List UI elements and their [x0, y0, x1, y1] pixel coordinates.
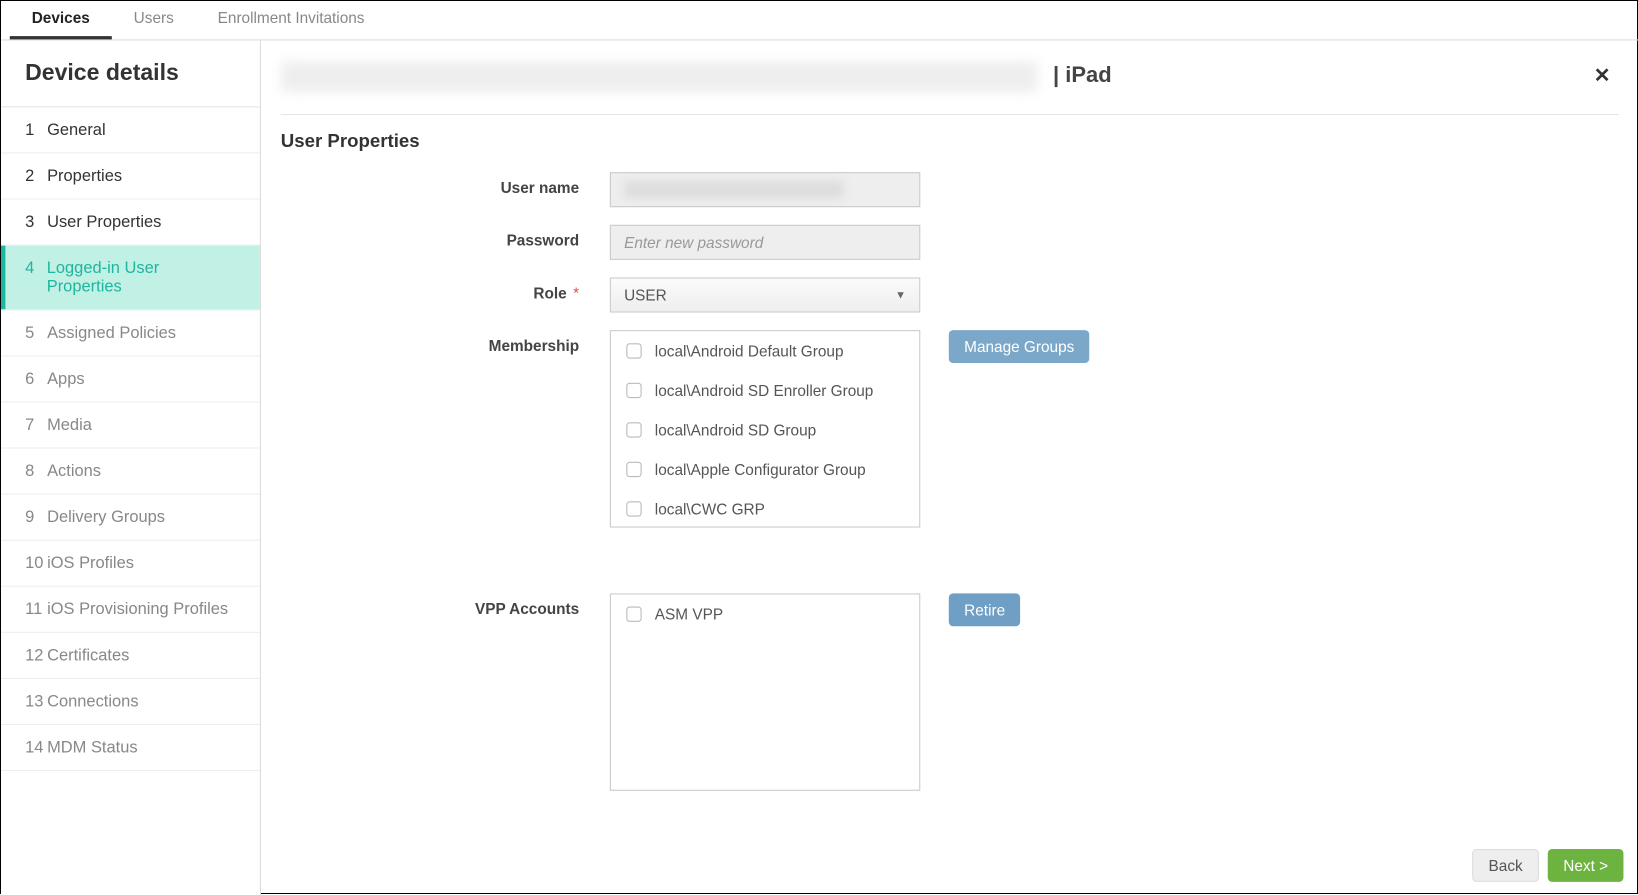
list-item[interactable]: local\Android Default Group: [611, 331, 919, 370]
sidebar-item-user-properties[interactable]: 3User Properties: [1, 200, 260, 246]
top-tabs: Devices Users Enrollment Invitations: [1, 1, 1638, 40]
list-item[interactable]: local\Android SD Enroller Group: [611, 371, 919, 410]
list-item[interactable]: local\CWC GRP: [611, 489, 919, 527]
sidebar-item-label: Delivery Groups: [47, 508, 165, 527]
label-vpp: VPP Accounts: [281, 593, 610, 790]
checkbox-icon[interactable]: [626, 462, 641, 477]
sidebar-item-delivery-groups[interactable]: 9Delivery Groups: [1, 495, 260, 541]
username-input[interactable]: [610, 172, 920, 207]
content-area: | iPad ✕ User Properties User name Passw…: [261, 40, 1638, 895]
role-value: USER: [624, 286, 667, 304]
sidebar-item-connections[interactable]: 13Connections: [1, 679, 260, 725]
sidebar-item-logged-in-user-properties[interactable]: 4Logged-in User Properties: [1, 246, 260, 311]
sidebar-item-label: User Properties: [47, 213, 161, 232]
sidebar-item-media[interactable]: 7Media: [1, 403, 260, 449]
section-title: User Properties: [281, 130, 1619, 152]
sidebar-item-label: Connections: [47, 692, 138, 711]
role-select[interactable]: USER ▼: [610, 277, 920, 312]
sidebar-item-label: Actions: [47, 462, 101, 481]
sidebar-item-label: MDM Status: [47, 738, 138, 757]
password-input[interactable]: [610, 225, 920, 260]
manage-groups-button[interactable]: Manage Groups: [949, 330, 1090, 363]
checkbox-icon[interactable]: [626, 607, 641, 622]
checkbox-icon[interactable]: [626, 383, 641, 398]
next-button[interactable]: Next >: [1548, 849, 1624, 882]
membership-list[interactable]: local\Android Default Group local\Androi…: [610, 330, 920, 527]
sidebar-item-properties[interactable]: 2Properties: [1, 153, 260, 199]
tab-devices[interactable]: Devices: [10, 0, 112, 39]
sidebar-item-label: Apps: [47, 370, 85, 389]
checkbox-icon[interactable]: [626, 501, 641, 516]
back-button[interactable]: Back: [1472, 849, 1539, 882]
list-item[interactable]: local\Android SD Group: [611, 410, 919, 449]
label-password: Password: [281, 225, 610, 260]
sidebar-item-label: Assigned Policies: [47, 324, 176, 343]
close-icon[interactable]: ✕: [1585, 60, 1619, 92]
sidebar-item-label: iOS Provisioning Profiles: [47, 600, 228, 619]
tab-users[interactable]: Users: [112, 0, 196, 39]
sidebar-item-ios-profiles[interactable]: 10iOS Profiles: [1, 541, 260, 587]
footer-actions: Back Next >: [1472, 849, 1623, 882]
sidebar-item-actions[interactable]: 8Actions: [1, 449, 260, 495]
label-role: Role *: [281, 277, 610, 312]
sidebar-item-label: iOS Profiles: [47, 554, 134, 573]
retire-button[interactable]: Retire: [949, 593, 1021, 626]
device-label: | iPad: [1053, 64, 1112, 89]
sidebar-item-label: Logged-in User Properties: [47, 259, 236, 296]
sidebar-item-label: Properties: [47, 167, 122, 186]
sidebar: Device details 1General 2Properties 3Use…: [1, 40, 261, 895]
checkbox-icon[interactable]: [626, 343, 641, 358]
sidebar-item-assigned-policies[interactable]: 5Assigned Policies: [1, 310, 260, 356]
sidebar-item-apps[interactable]: 6Apps: [1, 356, 260, 402]
sidebar-item-mdm-status[interactable]: 14MDM Status: [1, 725, 260, 771]
list-item[interactable]: local\Apple Configurator Group: [611, 450, 919, 489]
sidebar-item-label: Certificates: [47, 646, 129, 665]
chevron-down-icon: ▼: [895, 289, 906, 301]
redacted-user-info: [281, 61, 1038, 92]
sidebar-title: Device details: [1, 40, 260, 107]
sidebar-item-label: General: [47, 121, 106, 140]
sidebar-item-general[interactable]: 1General: [1, 107, 260, 153]
label-username: User name: [281, 172, 610, 207]
tab-enrollment[interactable]: Enrollment Invitations: [196, 0, 387, 39]
sidebar-item-label: Media: [47, 416, 92, 435]
vpp-list[interactable]: ASM VPP: [610, 593, 920, 790]
sidebar-item-certificates[interactable]: 12Certificates: [1, 633, 260, 679]
checkbox-icon[interactable]: [626, 422, 641, 437]
sidebar-item-ios-provisioning-profiles[interactable]: 11iOS Provisioning Profiles: [1, 587, 260, 633]
label-membership: Membership: [281, 330, 610, 527]
header-row: | iPad ✕: [281, 60, 1619, 115]
list-item[interactable]: ASM VPP: [611, 594, 919, 633]
